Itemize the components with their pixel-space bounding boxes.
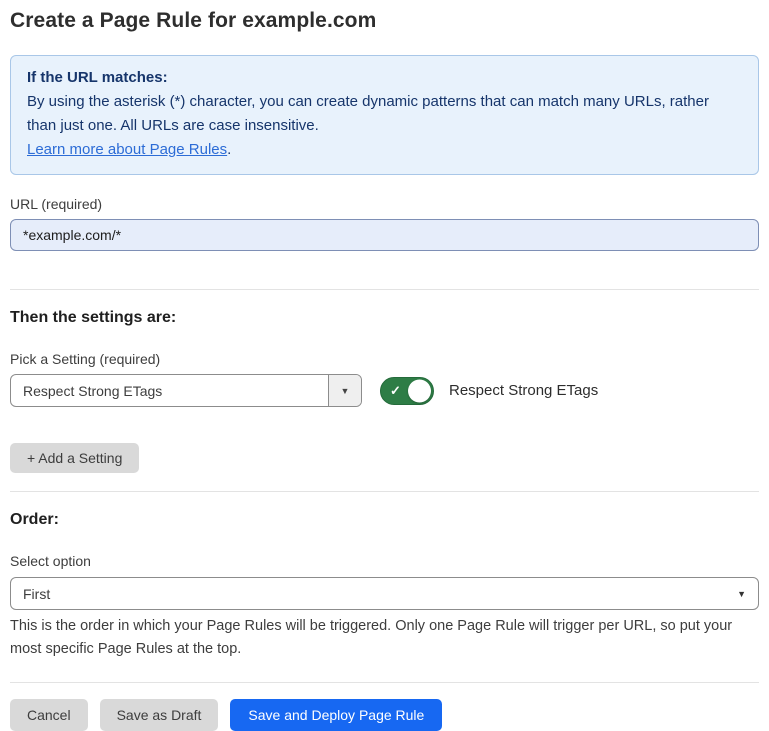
pick-setting-label: Pick a Setting (required) bbox=[10, 351, 759, 367]
settings-heading: Then the settings are: bbox=[10, 309, 759, 327]
divider bbox=[10, 682, 759, 683]
select-option-label: Select option bbox=[10, 553, 759, 569]
setting-toggle-group: ✓ Respect Strong ETags bbox=[380, 377, 598, 405]
order-heading: Order: bbox=[10, 511, 759, 529]
add-setting-button[interactable]: + Add a Setting bbox=[10, 443, 139, 473]
url-input[interactable] bbox=[10, 219, 759, 251]
chevron-down-icon[interactable]: ▼ bbox=[328, 375, 361, 406]
info-box-heading: If the URL matches: bbox=[27, 66, 742, 90]
check-icon: ✓ bbox=[390, 384, 401, 397]
toggle-knob bbox=[408, 379, 431, 402]
order-help-text: This is the order in which your Page Rul… bbox=[10, 615, 755, 661]
order-select-value: First bbox=[11, 586, 737, 602]
cancel-button[interactable]: Cancel bbox=[10, 699, 88, 731]
link-period: . bbox=[227, 141, 231, 158]
divider bbox=[10, 491, 759, 492]
setting-row: Respect Strong ETags ▼ ✓ Respect Strong … bbox=[10, 374, 759, 407]
setting-toggle[interactable]: ✓ bbox=[380, 377, 434, 405]
save-draft-button[interactable]: Save as Draft bbox=[100, 699, 219, 731]
chevron-down-icon: ▼ bbox=[737, 589, 746, 599]
info-box-link-line: Learn more about Page Rules. bbox=[27, 138, 742, 162]
setting-select[interactable]: Respect Strong ETags ▼ bbox=[10, 374, 362, 407]
info-box-body: By using the asterisk (*) character, you… bbox=[27, 90, 742, 138]
action-bar: Cancel Save as Draft Save and Deploy Pag… bbox=[10, 699, 759, 731]
url-match-info-box: If the URL matches: By using the asteris… bbox=[10, 55, 759, 175]
page-title: Create a Page Rule for example.com bbox=[10, 9, 759, 33]
order-select[interactable]: First ▼ bbox=[10, 577, 759, 610]
setting-toggle-label: Respect Strong ETags bbox=[449, 382, 598, 399]
create-page-rule-panel: Create a Page Rule for example.com If th… bbox=[0, 0, 769, 731]
divider bbox=[10, 289, 759, 290]
save-deploy-button[interactable]: Save and Deploy Page Rule bbox=[230, 699, 442, 731]
learn-more-link[interactable]: Learn more about Page Rules bbox=[27, 141, 227, 158]
url-label: URL (required) bbox=[10, 196, 759, 212]
setting-select-value: Respect Strong ETags bbox=[11, 383, 328, 399]
